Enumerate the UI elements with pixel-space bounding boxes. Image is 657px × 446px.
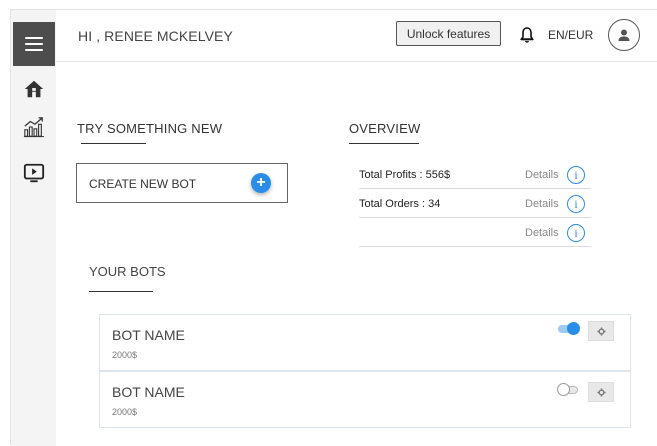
top-header: HI , RENEE MCKELVEY Unlock features EN/E… bbox=[56, 10, 657, 62]
unlock-features-button[interactable]: Unlock features bbox=[396, 21, 501, 46]
bot-settings-button[interactable] bbox=[588, 382, 614, 402]
menu-icon-bar bbox=[25, 37, 43, 39]
info-icon[interactable]: i bbox=[567, 166, 585, 184]
toggle-knob bbox=[567, 322, 580, 335]
bot-amount: 2000$ bbox=[112, 350, 138, 360]
menu-icon-bar bbox=[25, 49, 43, 51]
create-bot-label: CREATE NEW BOT bbox=[89, 177, 197, 191]
menu-icon-bar bbox=[25, 43, 43, 45]
app-frame: HI , RENEE MCKELVEY Unlock features EN/E… bbox=[10, 9, 657, 446]
plus-icon[interactable]: + bbox=[251, 173, 271, 193]
info-icon[interactable]: i bbox=[567, 195, 585, 213]
details-link[interactable]: Details bbox=[525, 198, 559, 210]
user-greeting: HI , RENEE MCKELVEY bbox=[78, 28, 233, 44]
overview-row-label: Total Orders : 34 bbox=[359, 198, 441, 210]
overview-row: Details i bbox=[359, 219, 591, 247]
overview-row: Total Profits : 556$ Details i bbox=[359, 161, 591, 189]
analytics-icon[interactable] bbox=[23, 116, 45, 138]
toggle-knob bbox=[557, 383, 570, 396]
try-section-title: TRY SOMETHING NEW bbox=[77, 121, 223, 136]
bot-enable-toggle[interactable] bbox=[558, 322, 580, 336]
overview-title: OVERVIEW bbox=[349, 121, 421, 136]
bots-title-underline bbox=[89, 291, 153, 292]
your-bots-title: YOUR BOTS bbox=[89, 264, 166, 279]
try-title-underline bbox=[81, 143, 146, 144]
overview-title-underline bbox=[349, 143, 419, 144]
sidebar bbox=[11, 10, 56, 446]
gear-icon bbox=[596, 326, 606, 336]
bell-icon[interactable] bbox=[520, 27, 534, 43]
info-icon[interactable]: i bbox=[567, 224, 585, 242]
bot-card[interactable]: BOT NAME 2000$ bbox=[99, 314, 631, 371]
gear-icon bbox=[596, 387, 606, 397]
bot-name: BOT NAME bbox=[112, 327, 185, 343]
overview-row-label: Total Profits : 556$ bbox=[359, 169, 451, 181]
details-link[interactable]: Details bbox=[525, 227, 559, 239]
locale-selector[interactable]: EN/EUR bbox=[548, 28, 593, 42]
menu-button[interactable] bbox=[13, 22, 55, 66]
user-avatar[interactable] bbox=[608, 19, 640, 51]
play-screen-icon[interactable] bbox=[23, 162, 45, 184]
bot-enable-toggle[interactable] bbox=[557, 383, 580, 397]
details-link[interactable]: Details bbox=[525, 169, 559, 181]
overview-row: Total Orders : 34 Details i bbox=[359, 190, 591, 218]
bot-name: BOT NAME bbox=[112, 384, 185, 400]
user-icon bbox=[618, 29, 630, 41]
home-icon[interactable] bbox=[23, 78, 45, 100]
bot-settings-button[interactable] bbox=[588, 321, 614, 341]
create-new-bot-button[interactable]: CREATE NEW BOT + bbox=[76, 163, 288, 203]
bot-card[interactable]: BOT NAME 2000$ bbox=[99, 371, 631, 428]
bot-amount: 2000$ bbox=[112, 407, 138, 417]
